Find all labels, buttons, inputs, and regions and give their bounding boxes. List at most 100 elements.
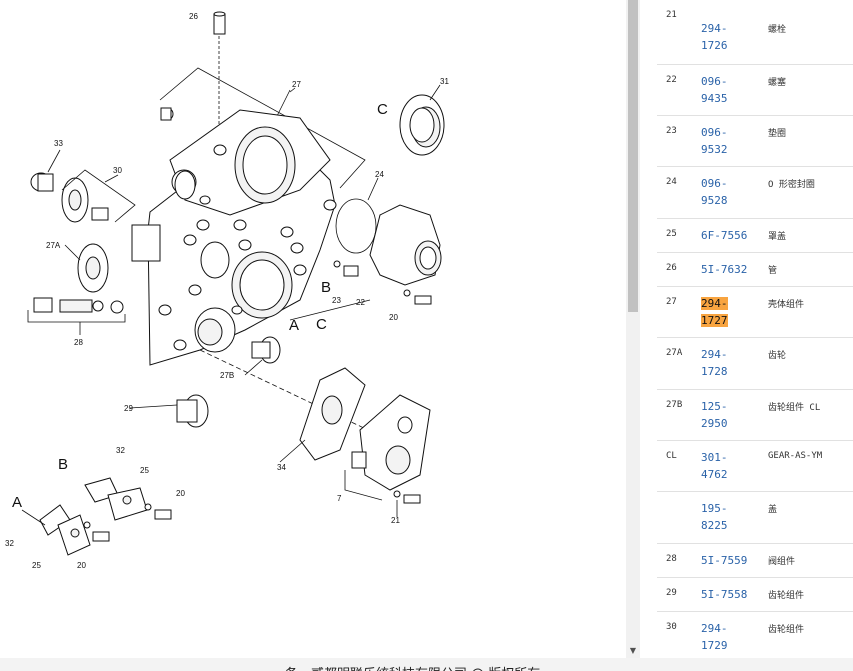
label-c-top: C	[377, 101, 388, 118]
seal-part-31	[399, 94, 445, 156]
part-description: 罩盖	[768, 232, 787, 242]
label-b-top: B	[321, 279, 331, 296]
part-number-link[interactable]: 096- 9528	[701, 175, 761, 209]
part-row: 195- 8225 盖	[657, 492, 853, 544]
part-number-link[interactable]: 096- 9435	[701, 73, 761, 107]
part-number-index: 27A	[666, 348, 683, 358]
label-31: 31	[440, 77, 449, 86]
part-number-index: 28	[666, 554, 677, 564]
part-description: 壳体组件	[768, 300, 805, 310]
highlight-line-1: 294-	[701, 297, 728, 310]
part-number-index: 27	[666, 297, 677, 307]
part-description: 齿轮组件	[768, 591, 805, 601]
part-description: 齿轮	[768, 351, 787, 361]
highlight-line-2: 1727	[701, 314, 728, 327]
scrollbar-thumb[interactable]	[628, 0, 638, 312]
part-row-selected: 27 294- 1727 壳体组件	[657, 287, 853, 338]
label-27a: 27A	[46, 241, 61, 250]
part-number-link[interactable]: 294- 1728	[701, 346, 761, 380]
part-number-link[interactable]: 6F-7556	[701, 227, 761, 244]
label-22: 22	[356, 298, 365, 307]
diagram-scrollbar[interactable]: ▼	[626, 0, 640, 658]
cover-assembly-bottom-left	[39, 477, 172, 556]
part-number-link[interactable]: 301- 4762	[701, 449, 761, 483]
footer: 备一贰都明联乐统科技有限公司 @ 版权所有	[0, 658, 853, 671]
label-33: 33	[54, 139, 63, 148]
part-row: 25 6F-7556 罩盖	[657, 219, 853, 253]
label-30: 30	[113, 166, 122, 175]
cover-part-c	[369, 204, 442, 286]
part-description: 盖	[768, 505, 778, 515]
label-25-lower: 25	[32, 561, 41, 570]
part-row: 24 096- 9528 O 形密封圈	[657, 167, 853, 219]
part-number-link[interactable]: 294- 1729	[701, 620, 761, 654]
part-row: 27A 294- 1728 齿轮	[657, 338, 853, 390]
part-number-index: 23	[666, 126, 677, 136]
part-row: 30 294- 1729 齿轮组件	[657, 612, 853, 658]
part-number-index: CL	[666, 451, 677, 461]
label-24: 24	[375, 170, 384, 179]
label-20-lower: 20	[77, 561, 86, 570]
part-number-index: 27B	[666, 400, 683, 410]
part-number-index: 22	[666, 75, 677, 85]
label-20-upper: 20	[176, 489, 185, 498]
label-34: 34	[277, 463, 286, 472]
label-a-mid: A	[289, 317, 299, 334]
label-b-bottom: B	[58, 456, 68, 473]
label-29: 29	[124, 404, 133, 413]
part-description: 齿轮组件 CL	[768, 403, 821, 413]
gear-part-30	[61, 177, 109, 223]
part-description: 管	[768, 266, 778, 276]
part-description: 阀组件	[768, 557, 796, 567]
label-23: 23	[332, 296, 341, 305]
label-7: 7	[337, 494, 342, 503]
label-21: 21	[391, 516, 400, 525]
parts-list: 21 294- 1726 螺栓 22 096- 9435 螺塞 23 096- …	[640, 0, 853, 658]
part-number-link[interactable]: 5I-7559	[701, 552, 761, 569]
part-description: O 形密封圈	[768, 180, 815, 190]
label-26: 26	[189, 12, 198, 21]
part-number-index: 26	[666, 263, 677, 273]
part-row: 23 096- 9532 垫圈	[657, 116, 853, 167]
part-row: 22 096- 9435 螺塞	[657, 65, 853, 116]
gear-part-27a	[77, 243, 109, 293]
part-number-link[interactable]: 5I-7632	[701, 261, 761, 278]
label-32-lower: 32	[5, 539, 14, 548]
part-description: 齿轮组件	[768, 625, 805, 635]
part-number-index: 29	[666, 588, 677, 598]
part-row: 28 5I-7559 阀组件	[657, 544, 853, 578]
copyright-text: 备一贰都明联乐统科技有限公司 @ 版权所有	[285, 663, 540, 671]
part-number-link[interactable]: 096- 9532	[701, 124, 761, 158]
part-row: CL 301- 4762 GEAR-AS-YM	[657, 441, 853, 492]
part-row: 27B 125- 2950 齿轮组件 CL	[657, 390, 853, 441]
valve-part-28	[27, 297, 126, 335]
part-number-link[interactable]: 195- 8225	[701, 500, 761, 534]
label-a-bottom: A	[12, 494, 22, 511]
part-number-index: 24	[666, 177, 677, 187]
gear-part-29	[176, 394, 209, 428]
exploded-view-drawing: 26 27 31 C 33 30 24 27A B 23 22 20 28 A …	[5, 11, 449, 570]
label-27: 27	[292, 80, 301, 89]
shaft-part-33	[30, 172, 54, 192]
part-number-link-highlighted[interactable]: 294- 1727	[701, 295, 761, 329]
label-c-mid: C	[316, 316, 327, 333]
housing-part-27	[131, 109, 337, 366]
part-number-index: 30	[666, 622, 677, 632]
label-20-right: 20	[389, 313, 398, 322]
label-28: 28	[74, 338, 83, 347]
part-description: GEAR-AS-YM	[768, 451, 823, 461]
tube-part-26	[213, 11, 226, 140]
part-description: 螺栓	[768, 25, 787, 35]
scroll-down-arrow-icon[interactable]: ▼	[626, 644, 640, 658]
part-row: 26 5I-7632 管	[657, 253, 853, 287]
part-number-link[interactable]: 5I-7558	[701, 586, 761, 603]
label-27b: 27B	[220, 371, 234, 380]
part-number-link[interactable]: 294- 1726	[701, 20, 761, 54]
part-row: 21 294- 1726 螺栓	[657, 0, 853, 65]
part-row: 29 5I-7558 齿轮组件	[657, 578, 853, 612]
part-number-link[interactable]: 125- 2950	[701, 398, 761, 432]
gear-part-27b	[251, 336, 281, 364]
label-25-upper: 25	[140, 466, 149, 475]
part-number-index: 21	[666, 10, 677, 20]
cover-part-7	[344, 394, 431, 501]
